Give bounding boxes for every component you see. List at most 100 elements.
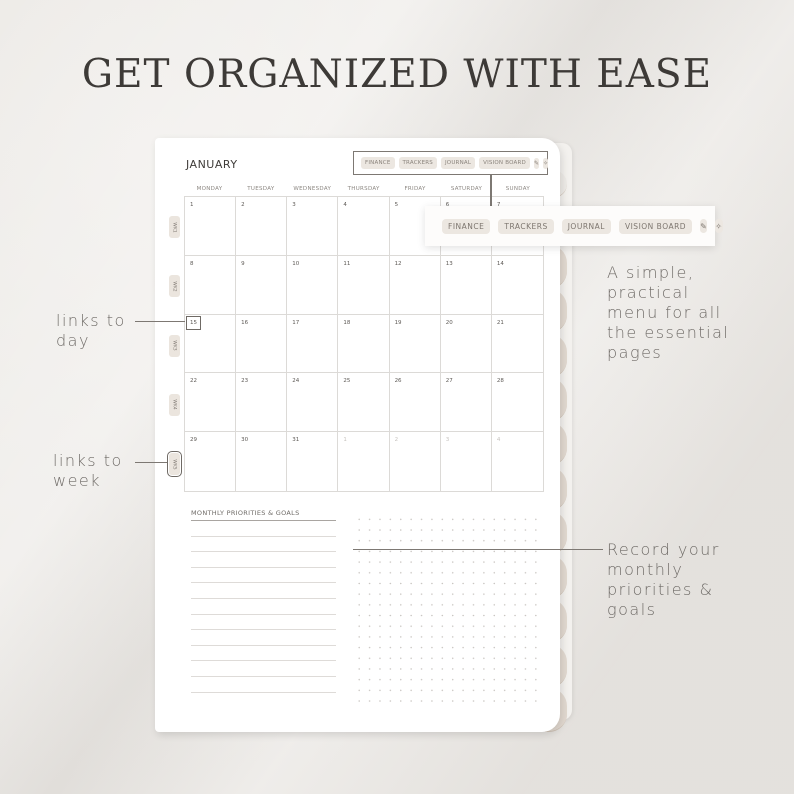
day-link[interactable]: 3 xyxy=(446,437,450,443)
day-cell[interactable]: 2 xyxy=(236,197,288,256)
day-link[interactable]: 27 xyxy=(446,378,453,384)
day-cell[interactable]: 13 xyxy=(440,255,492,315)
day-link[interactable]: 21 xyxy=(497,320,504,326)
goal-line[interactable] xyxy=(191,644,336,646)
day-cell[interactable]: 12 xyxy=(389,255,441,315)
day-cell[interactable]: 29 xyxy=(185,432,237,491)
day-cell[interactable]: 20 xyxy=(440,314,492,374)
day-cell[interactable]: 1 xyxy=(338,432,390,491)
popup-trackers[interactable]: TRACKERS xyxy=(498,218,554,234)
day-connector xyxy=(135,321,185,323)
popup-vision-board[interactable]: VISION BOARD xyxy=(618,218,693,234)
goal-line[interactable] xyxy=(191,582,336,584)
day-cell[interactable]: 19 xyxy=(389,314,441,374)
sparkle-icon[interactable]: ✧ xyxy=(715,219,723,233)
day-link[interactable]: 5 xyxy=(395,202,399,208)
day-link[interactable]: 8 xyxy=(190,261,194,267)
popup-journal[interactable]: JOURNAL xyxy=(561,218,611,234)
day-link[interactable]: 18 xyxy=(343,320,350,326)
day-cell[interactable]: 22 xyxy=(185,373,237,433)
day-cell[interactable]: 10 xyxy=(287,255,339,315)
day-cell[interactable]: 21 xyxy=(491,315,543,374)
day-cell[interactable]: 4 xyxy=(492,432,543,491)
day-link[interactable]: 29 xyxy=(190,437,197,443)
goal-line[interactable] xyxy=(191,598,336,599)
day-link[interactable]: 28 xyxy=(497,378,504,384)
goal-line[interactable] xyxy=(191,691,336,693)
goal-line[interactable] xyxy=(191,551,336,553)
day-link[interactable]: 12 xyxy=(395,261,402,267)
day-link[interactable]: 13 xyxy=(446,261,453,267)
day-link[interactable]: 24 xyxy=(292,378,299,384)
day-cell[interactable]: 3 xyxy=(287,197,339,256)
day-cell[interactable]: 17 xyxy=(287,314,339,374)
day-link[interactable]: 4 xyxy=(343,202,347,208)
day-cell[interactable]: 31 xyxy=(287,432,339,491)
week-link[interactable]: WK1 xyxy=(169,216,180,238)
day-link[interactable]: 25 xyxy=(343,378,350,384)
day-cell[interactable]: 11 xyxy=(338,255,390,315)
menu-trackers[interactable]: TRACKERS xyxy=(398,157,437,169)
sparkle-icon[interactable]: ✧ xyxy=(543,157,549,169)
day-cell[interactable]: 4 xyxy=(338,197,390,256)
goal-line[interactable] xyxy=(191,676,336,677)
day-link[interactable]: 16 xyxy=(241,320,248,326)
day-cell[interactable]: 28 xyxy=(491,373,543,433)
day-cell[interactable]: 1 xyxy=(185,197,237,256)
goal-line[interactable] xyxy=(191,660,336,662)
week-link[interactable]: WK5 xyxy=(167,451,182,478)
menu-finance[interactable]: FINANCE xyxy=(361,157,395,169)
day-cell[interactable]: 18 xyxy=(338,314,390,374)
day-link[interactable]: 26 xyxy=(395,378,402,384)
day-link[interactable]: 10 xyxy=(292,261,299,267)
day-link[interactable]: 14 xyxy=(497,261,504,267)
day-link[interactable]: 23 xyxy=(241,378,248,384)
day-cell[interactable]: 24 xyxy=(287,373,339,433)
day-cell[interactable]: 26 xyxy=(389,373,441,433)
day-cell[interactable]: 27 xyxy=(440,373,492,433)
day-link[interactable]: 1 xyxy=(343,437,347,443)
day-link[interactable]: 3 xyxy=(292,202,296,208)
day-link[interactable]: 15 xyxy=(186,315,201,330)
goal-line[interactable] xyxy=(191,520,336,521)
day-link[interactable]: 20 xyxy=(446,320,453,326)
menu-journal[interactable]: JOURNAL xyxy=(440,157,476,169)
day-cell[interactable]: 14 xyxy=(491,256,543,315)
day-cell[interactable]: 9 xyxy=(236,255,288,315)
week-connector xyxy=(135,462,167,464)
week-link[interactable]: WK4 xyxy=(169,393,180,416)
goal-line[interactable] xyxy=(191,613,336,615)
day-link[interactable]: 2 xyxy=(241,202,245,208)
day-link[interactable]: 4 xyxy=(497,437,501,443)
goal-line[interactable] xyxy=(191,566,336,568)
day-cell[interactable]: 30 xyxy=(236,432,288,491)
day-link[interactable]: 11 xyxy=(343,261,350,267)
day-cell[interactable]: 16 xyxy=(236,314,288,374)
popup-finance[interactable]: FINANCE xyxy=(442,218,491,234)
menu-vision-board[interactable]: VISION BOARD xyxy=(479,157,530,169)
day-link[interactable]: 17 xyxy=(292,320,299,326)
day-link[interactable]: 19 xyxy=(395,320,402,326)
pencil-icon[interactable]: ✎ xyxy=(533,157,540,169)
week-link[interactable]: WK3 xyxy=(169,334,180,357)
dot-grid xyxy=(354,514,539,710)
pencil-icon[interactable]: ✎ xyxy=(700,219,708,233)
day-cell[interactable]: 15 xyxy=(185,314,237,374)
weekday-header: WEDNESDAY xyxy=(293,186,332,192)
annotation-menu: A simple, practical menu for all the essent… xyxy=(607,263,730,362)
day-cell[interactable]: 25 xyxy=(338,373,390,433)
day-cell[interactable]: 23 xyxy=(236,373,288,433)
day-link[interactable]: 22 xyxy=(190,378,197,384)
day-link[interactable]: 2 xyxy=(395,437,399,443)
day-link[interactable]: 31 xyxy=(292,437,299,443)
day-cell[interactable]: 8 xyxy=(185,255,237,315)
goal-line[interactable] xyxy=(191,629,336,631)
week-link[interactable]: WK2 xyxy=(169,275,180,298)
annotation-day: links to day xyxy=(56,311,126,350)
day-link[interactable]: 30 xyxy=(241,437,248,443)
day-cell[interactable]: 3 xyxy=(441,432,492,491)
day-link[interactable]: 9 xyxy=(241,261,245,267)
goal-line[interactable] xyxy=(191,535,336,537)
day-cell[interactable]: 2 xyxy=(390,432,441,491)
day-link[interactable]: 1 xyxy=(190,202,194,208)
